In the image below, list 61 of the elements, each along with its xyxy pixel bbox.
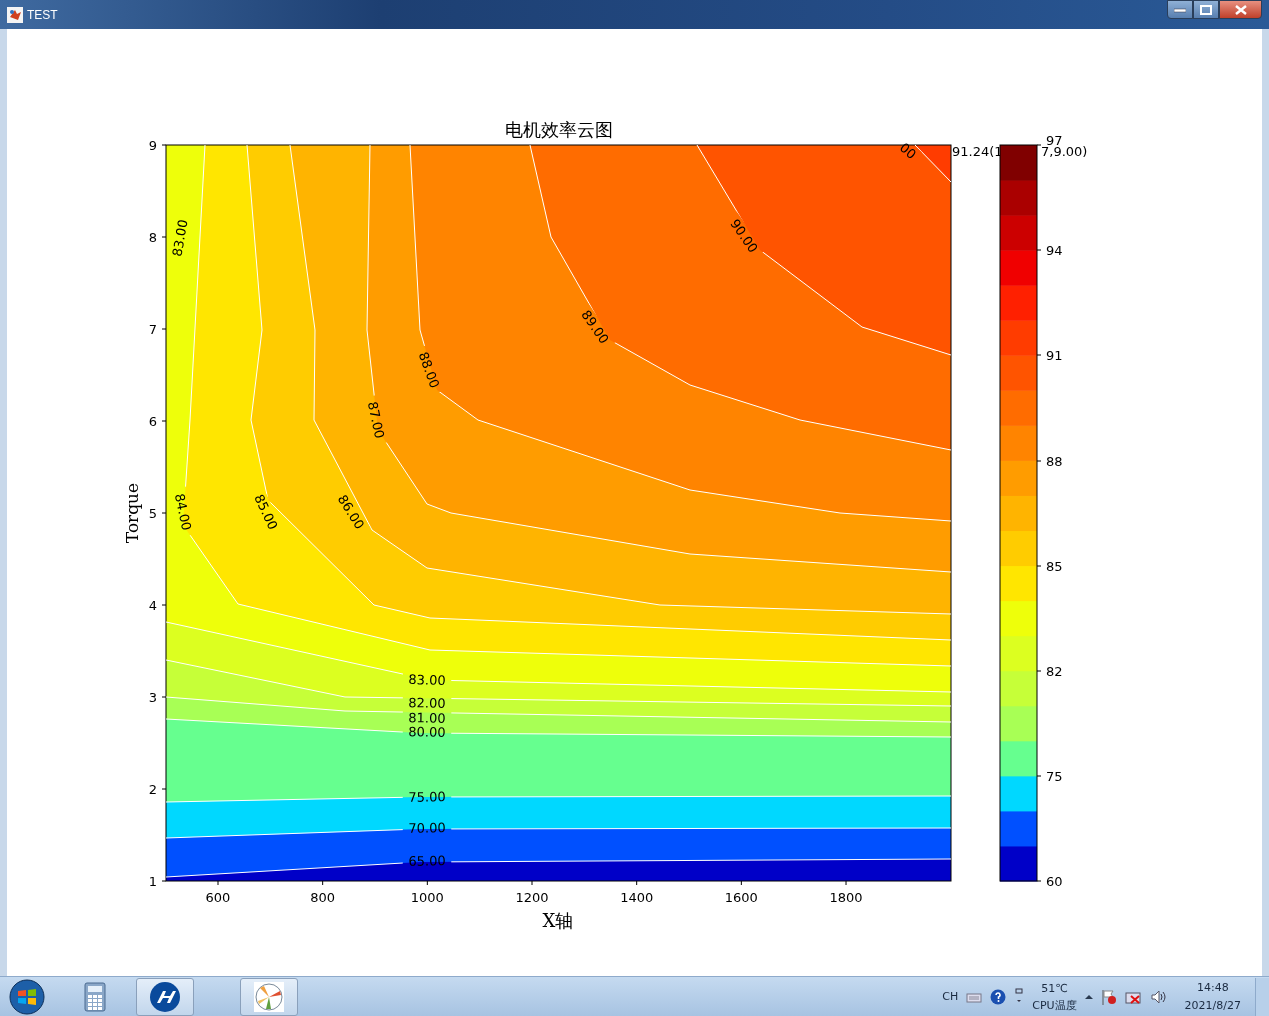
tick-label: 1000 (410, 890, 444, 905)
help-icon[interactable] (990, 988, 1007, 1005)
clock-time[interactable]: 14:48 (1196, 978, 1229, 997)
contour-label: 85.00 (251, 491, 281, 533)
contour-label: 88.00 (415, 349, 443, 391)
tick-label: 7 (148, 322, 157, 337)
speaker-icon[interactable] (1150, 989, 1167, 1004)
tick-label: 91 (1046, 348, 1063, 363)
tick-label: 8 (148, 230, 157, 245)
tick-label: 2 (148, 782, 157, 797)
tick-label: 6 (148, 414, 157, 429)
tick-label: 1400 (620, 890, 654, 905)
tick-label: 4 (148, 598, 157, 613)
contour-label: 65.00 (408, 853, 446, 869)
temperature-reading: 51℃ (1041, 980, 1068, 997)
tick-label: 9 (148, 138, 157, 153)
tick-label: 800 (310, 890, 336, 905)
axis-label: X轴 (542, 910, 574, 931)
close-icon (1234, 4, 1247, 15)
tick-label: 88 (1046, 454, 1063, 469)
tick-label: 3 (148, 690, 157, 705)
contour-label: 80.00 (408, 724, 446, 740)
contour-label: 84.00 (171, 492, 195, 532)
temperature-label: CPU温度 (1032, 997, 1077, 1014)
tick-label: 94 (1046, 243, 1063, 258)
minimize-icon (1174, 6, 1186, 13)
contour-label: 83.00 (169, 218, 191, 258)
tick-label: 75 (1046, 769, 1063, 784)
radar-chart-icon (254, 981, 284, 1012)
tick-label: 5 (148, 506, 157, 521)
tick-label: 1 (148, 874, 157, 889)
chart-title: 电机效率云图 (505, 119, 613, 140)
start-button[interactable] (8, 977, 46, 1016)
app-taskbar-button[interactable] (136, 977, 194, 1016)
close-button[interactable] (1219, 0, 1262, 19)
contour-label: 87.00 (364, 400, 388, 440)
maximize-button[interactable] (1193, 0, 1219, 19)
contour-label: 00 (896, 139, 920, 163)
contour-label: 83.00 (408, 671, 446, 689)
contour-label: 81.00 (408, 710, 446, 726)
window-title: TEST (27, 7, 58, 22)
app-icon (7, 6, 23, 23)
minimize-button[interactable] (1167, 0, 1193, 19)
tick-label: 1200 (515, 890, 549, 905)
contour-label: 82.00 (408, 695, 446, 711)
caret-icon[interactable] (1084, 993, 1093, 1000)
axis-label: Torque (122, 482, 142, 544)
tick-label: 1800 (829, 890, 863, 905)
contour-label: 75.00 (408, 789, 446, 805)
contour-label: 70.00 (408, 820, 446, 836)
clock-date[interactable]: 2021/8/27 (1184, 996, 1241, 1015)
flag-icon[interactable] (1100, 988, 1117, 1005)
maximize-icon (1200, 4, 1212, 15)
tick-label: 85 (1046, 559, 1063, 574)
tick-label: 60 (1046, 874, 1063, 889)
app-logo-icon (149, 980, 181, 1013)
annotation-text: 91.24(1 (952, 144, 1003, 159)
language-indicator[interactable]: CH (942, 990, 959, 1003)
tick-label: 82 (1046, 664, 1063, 679)
tick-label: 600 (205, 890, 231, 905)
tick-label: 1600 (724, 890, 758, 905)
